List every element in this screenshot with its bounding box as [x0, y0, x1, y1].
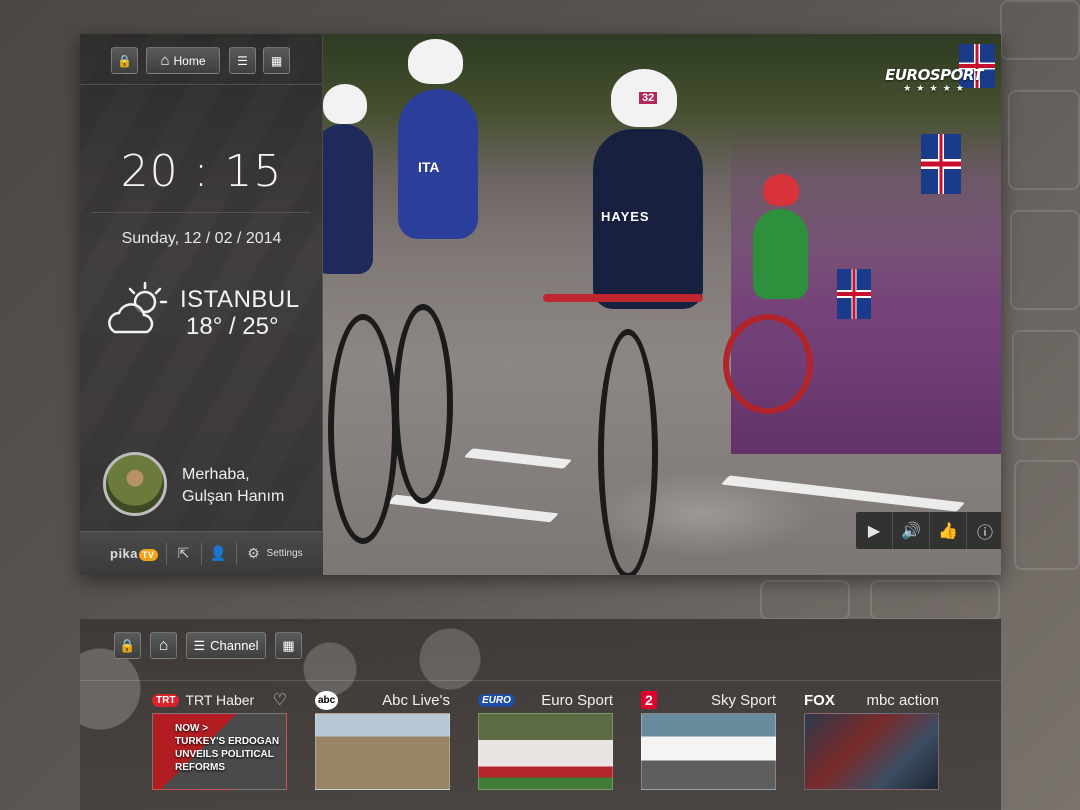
lock-button[interactable]: 🔒: [111, 47, 138, 74]
channel-card[interactable]: EURO Euro Sport: [478, 689, 613, 790]
divider: [80, 84, 322, 85]
exit-icon[interactable]: ⇱: [175, 545, 193, 562]
list-icon: ☰: [237, 53, 248, 68]
channel-thumbnail: [641, 713, 776, 790]
user-name: Gulşan Hanım: [182, 488, 285, 505]
background-key: [1014, 460, 1080, 570]
trt-logo: TRT: [152, 693, 180, 707]
panel-footer: pika TV ⇱ 👤 ⚙ Settings: [80, 531, 323, 575]
home-label: Home: [173, 53, 206, 68]
eurosport-logo: EURO: [478, 693, 515, 707]
home-icon: ⌂: [158, 636, 169, 654]
date: Sunday, 12 / 02 / 2014: [121, 230, 282, 247]
channel-thumbnail: [478, 713, 613, 790]
background-key: [1010, 210, 1080, 310]
fox-logo: FOX: [804, 691, 835, 709]
road-marking: [720, 475, 966, 512]
lock-icon: 🔒: [119, 637, 136, 653]
background-key: [1008, 90, 1080, 190]
road-marking: [463, 448, 573, 469]
greeting-line: Merhaba,: [182, 466, 250, 483]
info-panel: 🔒 ⌂ Home ☰ ▦ 20 : 15 Sunday, 12 / 02 / 2…: [80, 34, 323, 575]
news-ticker: NOW > TURKEY'S ERDOGAN UNVEILS POLITICAL…: [175, 723, 280, 773]
channel-thumbnail: [315, 713, 450, 790]
channel-card[interactable]: TRT TRT Haber ♡ NOW > TURKEY'S ERDOGAN U…: [152, 689, 287, 790]
grid-view-button[interactable]: ▦: [275, 632, 302, 659]
divider: [200, 542, 202, 565]
channel-card[interactable]: abc Abc Live's: [315, 689, 450, 790]
gear-icon[interactable]: ⚙: [245, 545, 263, 562]
playback-controls: ▶ 🔊 👍 ⓘ: [856, 512, 1001, 549]
jersey-number: 32: [639, 92, 658, 104]
home-icon: ⌂: [160, 52, 170, 69]
home-button[interactable]: ⌂ Home: [146, 47, 220, 74]
channel-thumbnail: NOW > TURKEY'S ERDOGAN UNVEILS POLITICAL…: [152, 713, 287, 790]
rider-team-label: ITA: [418, 159, 440, 175]
list-icon: ☰: [193, 637, 206, 653]
union-jack-flag: [921, 134, 961, 194]
abc-logo: abc: [315, 690, 339, 710]
video-frame[interactable]: ITA HAYES 32 EUROSPORT ★ ★ ★ ★ ★ ▶ 🔊 👍 ⓘ: [323, 34, 1001, 575]
play-icon[interactable]: ▶: [856, 512, 893, 549]
heart-icon[interactable]: ♡: [273, 690, 287, 710]
lock-button[interactable]: 🔒: [114, 632, 141, 659]
avatar[interactable]: [103, 452, 167, 516]
greeting: Merhaba, Gulşan Hanım: [182, 464, 284, 508]
partly-cloudy-icon: [108, 281, 168, 334]
channel-card[interactable]: 2 Sky Sport: [641, 689, 776, 790]
weather-temperature: 18° / 25°: [186, 313, 279, 340]
user-icon[interactable]: 👤: [210, 545, 228, 562]
divider: [92, 212, 310, 213]
background-key: [760, 580, 850, 620]
divider: [80, 680, 1001, 681]
channel-label: Channel: [210, 638, 259, 653]
pikatv-logo: pika TV: [110, 546, 158, 561]
settings-label[interactable]: Settings: [267, 548, 303, 559]
info-icon[interactable]: ⓘ: [967, 512, 1001, 549]
background-key: [870, 580, 1000, 620]
channel-name: Abc Live's: [382, 691, 450, 709]
grid-icon: ▦: [282, 637, 295, 653]
channel-button[interactable]: ☰ Channel: [186, 632, 266, 659]
channel-2-logo: 2: [641, 691, 657, 709]
channel-name: TRT Haber: [185, 692, 255, 708]
union-jack-flag: [837, 269, 871, 319]
eurosport-logo: EUROSPORT ★ ★ ★ ★ ★: [885, 66, 983, 94]
background-key: [1000, 0, 1080, 60]
channel-window: 🔒 ⌂ ☰ Channel ▦ TRT TRT Haber ♡ NOW > TU…: [80, 619, 1001, 810]
channel-name: Euro Sport: [541, 691, 613, 709]
lock-icon: 🔒: [117, 53, 132, 68]
volume-icon[interactable]: 🔊: [893, 512, 930, 549]
channel-name: Sky Sport: [710, 691, 776, 709]
like-icon[interactable]: 👍: [930, 512, 967, 549]
grid-icon: ▦: [270, 53, 283, 68]
clock: 20 : 15: [120, 146, 283, 197]
grid-view-button[interactable]: ▦: [263, 47, 290, 74]
channel-thumbnail: [804, 713, 939, 790]
background-key: [1012, 330, 1080, 440]
weather-city: ISTANBUL: [180, 286, 300, 313]
list-view-button[interactable]: ☰: [229, 47, 256, 74]
player-window: ITA HAYES 32 EUROSPORT ★ ★ ★ ★ ★ ▶ 🔊 👍 ⓘ: [80, 34, 1001, 575]
channel-name: mbc action: [866, 691, 939, 709]
divider: [235, 542, 237, 565]
divider: [165, 542, 167, 565]
home-button[interactable]: ⌂: [150, 632, 177, 659]
jersey-name: HAYES: [601, 209, 650, 224]
channel-card[interactable]: FOX mbc action: [804, 689, 939, 790]
